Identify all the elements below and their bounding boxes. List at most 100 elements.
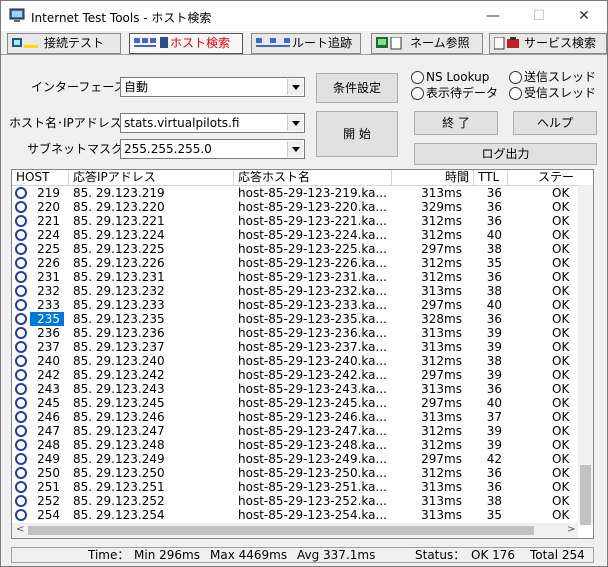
table-row[interactable]: 246 85. 29.123.246 host-85-29-123-246.ka..… bbox=[12, 410, 578, 424]
cell-time: 329ms bbox=[421, 200, 462, 214]
recv-thread-radio[interactable]: 受信スレッド bbox=[509, 86, 596, 100]
cell-host: 236 bbox=[37, 326, 60, 340]
horizontal-scrollbar[interactable]: < > bbox=[12, 523, 578, 538]
host-status-icon bbox=[15, 215, 27, 227]
horizontal-scroll-thumb[interactable] bbox=[28, 526, 534, 535]
table-row[interactable]: 249 85. 29.123.249 host-85-29-123-249.ka..… bbox=[12, 452, 578, 466]
radio-circle-icon bbox=[411, 71, 424, 84]
table-row[interactable]: 245 85. 29.123.245 host-85-29-123-245.ka..… bbox=[12, 396, 578, 410]
cell-host: 252 bbox=[37, 494, 60, 508]
cell-host: 232 bbox=[37, 284, 60, 298]
table-row[interactable]: 243 85. 29.123.243 host-85-29-123-243.ka..… bbox=[12, 382, 578, 396]
minimize-button[interactable]: — bbox=[470, 1, 516, 31]
cell-ip: 85. 29.123.221 bbox=[73, 214, 165, 228]
cell-host: 240 bbox=[37, 354, 60, 368]
cell-ttl: 36 bbox=[486, 186, 502, 200]
table-row[interactable]: 252 85. 29.123.252 host-85-29-123-252.ka..… bbox=[12, 494, 578, 508]
send-thread-radio[interactable]: 送信スレッド bbox=[509, 70, 596, 84]
table-row[interactable]: 226 85. 29.123.226 host-85-29-123-226.ka..… bbox=[12, 256, 578, 270]
host-status-icon bbox=[15, 397, 27, 409]
cell-time: 312ms bbox=[421, 438, 462, 452]
window-title: Internet Test Tools - ホスト検索 bbox=[31, 11, 212, 25]
table-row[interactable]: 242 85. 29.123.242 host-85-29-123-242.ka..… bbox=[12, 368, 578, 382]
tab-connection-test[interactable]: 接続テスト bbox=[7, 33, 121, 54]
table-row[interactable]: 236 85. 29.123.236 host-85-29-123-236.ka..… bbox=[12, 326, 578, 340]
scroll-right-icon[interactable]: > bbox=[567, 524, 575, 535]
maximize-button[interactable]: ☐ bbox=[516, 1, 562, 31]
cell-hostname: host-85-29-123-242.ka... bbox=[238, 368, 387, 382]
app-window: Internet Test Tools - ホスト検索 — ☐ ✕ 接続テスト … bbox=[0, 0, 608, 567]
subnet-select[interactable]: 255.255.255.0 bbox=[120, 139, 305, 159]
chevron-down-icon[interactable] bbox=[287, 115, 303, 131]
column-header-ip[interactable]: 応答IPアドレス bbox=[69, 170, 234, 185]
table-row[interactable]: 251 85. 29.123.251 host-85-29-123-251.ka..… bbox=[12, 480, 578, 494]
tab-host-search[interactable]: ホスト検索 bbox=[129, 33, 243, 54]
cell-status: OK bbox=[552, 494, 570, 508]
table-row[interactable]: 235 85. 29.123.235 host-85-29-123-235.ka..… bbox=[12, 312, 578, 326]
vertical-scroll-thumb[interactable] bbox=[580, 465, 591, 525]
table-row[interactable]: 225 85. 29.123.225 host-85-29-123-225.ka..… bbox=[12, 242, 578, 256]
column-header-ttl[interactable]: TTL bbox=[474, 170, 508, 185]
cell-ttl: 39 bbox=[486, 326, 502, 340]
host-input[interactable]: stats.virtualpilots.fi bbox=[120, 113, 305, 133]
log-output-button[interactable]: ログ出力 bbox=[414, 143, 597, 165]
table-row[interactable]: 237 85. 29.123.237 host-85-29-123-237.ka..… bbox=[12, 340, 578, 354]
table-row[interactable]: 233 85. 29.123.233 host-85-29-123-233.ka..… bbox=[12, 298, 578, 312]
cell-status: OK bbox=[552, 312, 570, 326]
table-row[interactable]: 254 85. 29.123.254 host-85-29-123-254.ka..… bbox=[12, 508, 578, 522]
table-row[interactable]: 248 85. 29.123.248 host-85-29-123-248.ka..… bbox=[12, 438, 578, 452]
tab-service-search[interactable]: サービス検索 bbox=[489, 33, 607, 54]
table-row[interactable]: 224 85. 29.123.224 host-85-29-123-224.ka..… bbox=[12, 228, 578, 242]
table-row[interactable]: 231 85. 29.123.231 host-85-29-123-231.ka..… bbox=[12, 270, 578, 284]
close-button[interactable]: ✕ bbox=[561, 1, 607, 31]
ns-lookup-radio[interactable]: NS Lookup bbox=[411, 70, 489, 84]
tab-bar: 接続テスト ホスト検索 ルート追跡 ネーム参照 サービス検索 bbox=[1, 32, 607, 55]
column-header-status[interactable]: ステー bbox=[508, 170, 593, 185]
cell-ttl: 35 bbox=[486, 508, 502, 522]
cell-time: 312ms bbox=[421, 466, 462, 480]
scroll-left-icon[interactable]: < bbox=[16, 524, 24, 535]
cell-host: 242 bbox=[37, 368, 60, 382]
chevron-down-icon[interactable] bbox=[287, 79, 303, 95]
cell-status: OK bbox=[552, 480, 570, 494]
cell-ip: 85. 29.123.236 bbox=[73, 326, 165, 340]
cell-hostname: host-85-29-123-225.ka... bbox=[238, 242, 387, 256]
end-button[interactable]: 終 了 bbox=[414, 111, 498, 135]
cell-time: 297ms bbox=[421, 298, 462, 312]
status-status-label: Status： bbox=[415, 548, 466, 562]
table-row[interactable]: 247 85. 29.123.247 host-85-29-123-247.ka..… bbox=[12, 424, 578, 438]
tab-name-lookup[interactable]: ネーム参照 bbox=[371, 33, 483, 54]
condition-settings-button[interactable]: 条件設定 bbox=[316, 73, 398, 103]
help-button[interactable]: ヘルプ bbox=[513, 111, 597, 135]
table-row[interactable]: 232 85. 29.123.232 host-85-29-123-232.ka..… bbox=[12, 284, 578, 298]
cell-status: OK bbox=[552, 438, 570, 452]
result-list[interactable]: HOST 応答IPアドレス 応答ホスト名 時間 TTL ステー 219 85. 2… bbox=[11, 169, 594, 539]
cell-hostname: host-85-29-123-246.ka... bbox=[238, 410, 387, 424]
cell-ip: 85. 29.123.240 bbox=[73, 354, 165, 368]
table-row[interactable]: 240 85. 29.123.240 host-85-29-123-240.ka..… bbox=[12, 354, 578, 368]
cell-ttl: 36 bbox=[486, 382, 502, 396]
table-row[interactable]: 221 85. 29.123.221 host-85-29-123-221.ka..… bbox=[12, 214, 578, 228]
start-button[interactable]: 開 始 bbox=[316, 111, 398, 157]
subnet-label: サブネットマスク bbox=[27, 142, 124, 156]
cell-host: 225 bbox=[37, 242, 60, 256]
cell-ip: 85. 29.123.231 bbox=[73, 270, 165, 284]
tab-label: 接続テスト bbox=[44, 36, 105, 50]
cell-status: OK bbox=[552, 298, 570, 312]
table-row[interactable]: 250 85. 29.123.250 host-85-29-123-250.ka..… bbox=[12, 466, 578, 480]
table-row[interactable]: 219 85. 29.123.219 host-85-29-123-219.ka..… bbox=[12, 186, 578, 200]
tab-route-trace[interactable]: ルート追跡 bbox=[251, 33, 361, 54]
vertical-scrollbar[interactable] bbox=[578, 185, 593, 525]
service-search-icon bbox=[494, 37, 519, 50]
cell-status: OK bbox=[552, 200, 570, 214]
column-header-host[interactable]: HOST bbox=[12, 170, 69, 185]
cell-host: 254 bbox=[37, 508, 60, 522]
column-header-hostname[interactable]: 応答ホスト名 bbox=[234, 170, 392, 185]
display-wait-radio[interactable]: 表示待データ bbox=[411, 86, 498, 100]
chevron-down-icon[interactable] bbox=[287, 141, 303, 157]
column-header-time[interactable]: 時間 bbox=[392, 170, 474, 185]
interface-select[interactable]: 自動 bbox=[120, 77, 305, 97]
cell-ttl: 39 bbox=[486, 424, 502, 438]
cell-time: 328ms bbox=[421, 312, 462, 326]
table-row[interactable]: 220 85. 29.123.220 host-85-29-123-220.ka..… bbox=[12, 200, 578, 214]
